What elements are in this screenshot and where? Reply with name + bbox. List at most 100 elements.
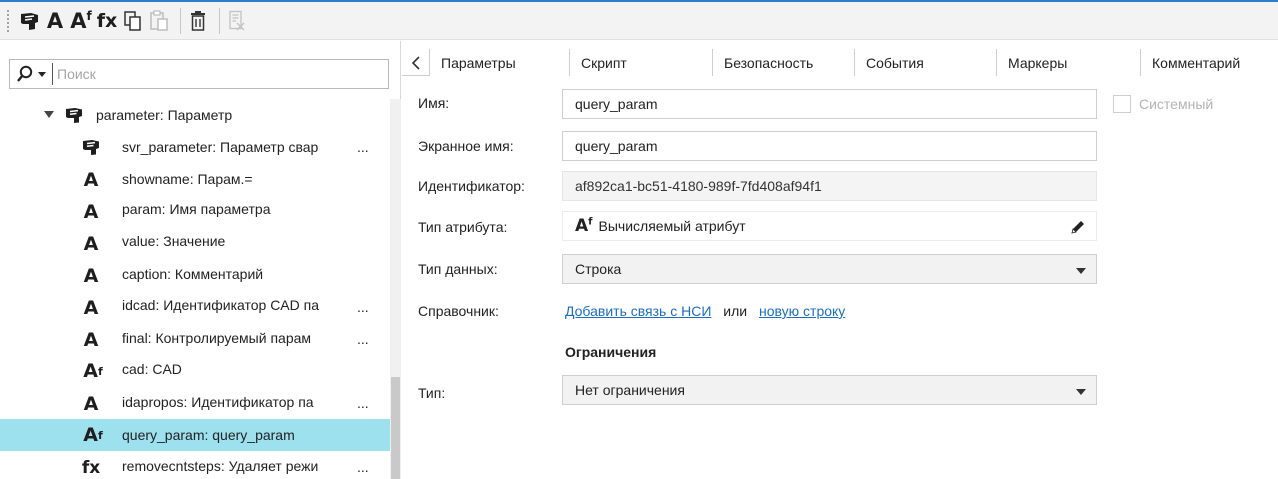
tree-node-idapropos[interactable]: A idapropos: Идентификатор па ... xyxy=(0,387,390,419)
delete-icon xyxy=(189,10,207,32)
tab-markers[interactable]: Маркеры xyxy=(997,49,1141,76)
toolbar-separator xyxy=(180,7,181,34)
identifier-value: af892ca1-bc51-4180-989f-7fd408af94f1 xyxy=(575,178,822,194)
disabled-tool-button[interactable] xyxy=(226,7,248,35)
tree-node-label: final: Контролируемый парам xyxy=(122,330,312,346)
object-icon xyxy=(62,103,86,127)
tree-node-ellipsis: ... xyxy=(357,395,369,411)
properties-panel: Параметры Скрипт Безопасность События Ма… xyxy=(402,41,1278,479)
restriction-type-label: Тип: xyxy=(418,385,446,401)
attribute-icon: A xyxy=(83,329,99,351)
system-checkbox[interactable] xyxy=(1113,95,1131,113)
data-type-select[interactable]: Строка xyxy=(562,254,1097,284)
copy-button[interactable] xyxy=(122,7,144,35)
identifier-label: Идентификатор: xyxy=(418,178,525,194)
add-object-button[interactable] xyxy=(18,7,40,35)
tree-node-label: value: Значение xyxy=(122,233,226,249)
attribute-type-field: Af Вычисляемый атрибут xyxy=(562,211,1097,241)
tab-parameters[interactable]: Параметры xyxy=(430,49,570,76)
attribute-icon: A xyxy=(83,233,99,255)
tree-node-ellipsis: ... xyxy=(357,459,369,475)
attr-type-icon-sup: f xyxy=(588,216,593,228)
tree-node-label: parameter: Параметр xyxy=(96,107,233,123)
function-icon: fx xyxy=(81,458,101,478)
toolbar-separator xyxy=(219,7,220,34)
add-nsi-link[interactable]: Добавить связь с НСИ xyxy=(565,303,711,319)
tree-node-ellipsis: ... xyxy=(357,299,369,315)
tab-comment[interactable]: Комментарий xyxy=(1141,49,1278,76)
tree-node-label: cad: CAD xyxy=(122,361,182,377)
data-type-value: Строка xyxy=(575,261,622,277)
new-row-link[interactable]: новую строку xyxy=(759,303,845,319)
tree-node-cad[interactable]: Af cad: CAD xyxy=(0,355,390,387)
tree-node-label: query_param: query_param xyxy=(122,427,295,443)
attribute-icon: A xyxy=(83,297,99,319)
restrictions-title: Ограничения xyxy=(565,344,657,360)
search-options-button[interactable] xyxy=(10,65,52,83)
paste-button[interactable] xyxy=(148,7,170,35)
reference-or-text: или xyxy=(723,303,748,319)
attribute-icon: A xyxy=(83,393,99,415)
system-checkbox-group[interactable]: Системный xyxy=(1113,95,1213,113)
search-input[interactable] xyxy=(52,63,372,85)
display-name-field[interactable]: query_param xyxy=(562,131,1097,161)
chevron-down-icon xyxy=(1076,268,1086,274)
computed-attribute-icon: Af xyxy=(83,360,103,382)
tree-node-svr-parameter[interactable]: svr_parameter: Параметр свар ... xyxy=(0,131,390,163)
tree-scrollbar-thumb[interactable] xyxy=(391,377,400,479)
tab-events[interactable]: События xyxy=(855,49,997,76)
copy-icon xyxy=(123,10,143,32)
search-box xyxy=(9,59,389,89)
name-field[interactable]: query_param xyxy=(562,89,1097,119)
tree-scrollbar[interactable] xyxy=(390,99,401,479)
paste-icon xyxy=(149,9,169,32)
toolbar: A Af fx xyxy=(0,2,1278,40)
identifier-field[interactable]: af892ca1-bc51-4180-989f-7fd408af94f1 xyxy=(562,171,1097,201)
tree-node-final[interactable]: A final: Контролируемый парам ... xyxy=(0,323,390,355)
add-computed-attribute-button[interactable]: Af xyxy=(70,7,92,35)
computed-attr-letter: A xyxy=(70,8,87,33)
object-tree-panel: parameter: Параметр svr_parameter: Парам… xyxy=(0,41,401,479)
tree-node-value[interactable]: A value: Значение xyxy=(0,227,390,259)
name-label: Имя: xyxy=(418,95,450,111)
tab-scroll-left-button[interactable] xyxy=(402,49,430,76)
tab-bar: Параметры Скрипт Безопасность События Ма… xyxy=(402,49,1278,76)
add-function-button[interactable]: fx xyxy=(96,7,118,35)
computed-attribute-icon: Af xyxy=(575,216,593,236)
tab-security[interactable]: Безопасность xyxy=(713,49,855,76)
tree-node-label: param: Имя параметра xyxy=(122,201,271,217)
attribute-icon: A xyxy=(83,201,99,223)
attribute-icon: A xyxy=(83,169,99,191)
restriction-type-value: Нет ограничения xyxy=(575,382,685,398)
object-icon xyxy=(79,135,103,159)
tree-node-label: caption: Комментарий xyxy=(122,266,264,282)
name-value: query_param xyxy=(575,96,658,112)
pencil-icon xyxy=(1071,221,1084,234)
tree-node-showname[interactable]: A showname: Парам.= xyxy=(0,163,390,195)
toolbar-grip[interactable] xyxy=(6,8,10,33)
display-name-label: Экранное имя: xyxy=(418,138,514,154)
tree-node-label: idapropos: Идентификатор па xyxy=(122,394,314,410)
delete-button[interactable] xyxy=(187,7,209,35)
tree-node-query-param[interactable]: Af query_param: query_param xyxy=(0,419,390,451)
tree-node-ellipsis: ... xyxy=(357,331,369,347)
object-tree: parameter: Параметр svr_parameter: Парам… xyxy=(0,99,390,479)
tree-node-label: svr_parameter: Параметр свар xyxy=(122,139,319,155)
computed-attr-sup: f xyxy=(86,8,92,23)
computed-attribute-icon: Af xyxy=(83,424,103,446)
tree-node-caption[interactable]: A caption: Комментарий xyxy=(0,259,390,291)
tab-script[interactable]: Скрипт xyxy=(570,49,713,76)
expand-arrow-icon[interactable] xyxy=(44,111,54,118)
chevron-left-icon xyxy=(411,55,421,70)
tree-node-label: showname: Парам.= xyxy=(122,171,253,187)
tree-node-label: removecntsteps: Удаляет режи xyxy=(122,458,319,474)
edit-button[interactable] xyxy=(1070,219,1086,238)
tree-node-param[interactable]: A param: Имя параметра xyxy=(0,195,390,227)
tree-node-parameter[interactable]: parameter: Параметр xyxy=(0,99,390,131)
add-attribute-button[interactable]: A xyxy=(44,7,66,35)
tree-node-idcad[interactable]: A idcad: Идентификатор CAD па ... xyxy=(0,291,390,323)
attribute-icon: A xyxy=(83,265,99,287)
reference-links: Добавить связь с НСИ или новую строку xyxy=(565,303,845,319)
restriction-type-select[interactable]: Нет ограничения xyxy=(562,375,1097,405)
tree-node-removecntsteps[interactable]: fx removecntsteps: Удаляет режи ... xyxy=(0,451,390,479)
